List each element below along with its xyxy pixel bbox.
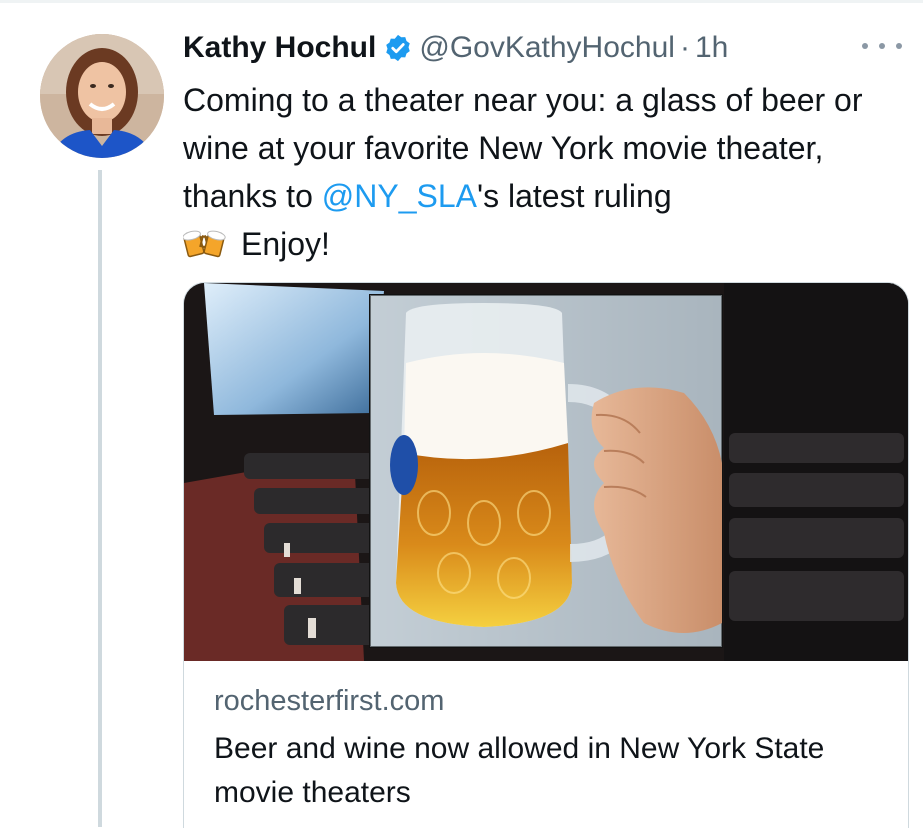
avatar[interactable] bbox=[40, 34, 164, 158]
more-options-icon[interactable] bbox=[862, 36, 902, 56]
card-image[interactable] bbox=[184, 283, 908, 661]
tweet-text: Coming to a theater near you: a glass of… bbox=[182, 76, 913, 268]
thread-line bbox=[98, 170, 102, 827]
tweet-text-part: 's latest ruling bbox=[476, 178, 672, 214]
card-title[interactable]: Beer and wine now allowed in New York St… bbox=[214, 727, 894, 815]
tweet-text-part: Enjoy! bbox=[241, 226, 330, 262]
link-preview-card[interactable]: rochesterfirst.com Beer and wine now all… bbox=[183, 282, 909, 828]
author-handle[interactable]: @GovKathyHochul bbox=[419, 31, 675, 65]
card-domain[interactable]: rochesterfirst.com bbox=[214, 685, 444, 718]
mention-link[interactable]: @NY_SLA bbox=[322, 178, 477, 214]
top-divider bbox=[0, 0, 923, 3]
tweet-header: Kathy Hochul @GovKathyHochul · 1h bbox=[183, 26, 728, 70]
beer-mugs-icon bbox=[182, 225, 227, 261]
verified-badge-icon bbox=[383, 33, 413, 63]
profile-photo bbox=[40, 34, 164, 158]
author-name[interactable]: Kathy Hochul bbox=[183, 31, 376, 65]
tweet-timestamp[interactable]: 1h bbox=[695, 31, 728, 65]
header-separator: · bbox=[679, 31, 690, 64]
